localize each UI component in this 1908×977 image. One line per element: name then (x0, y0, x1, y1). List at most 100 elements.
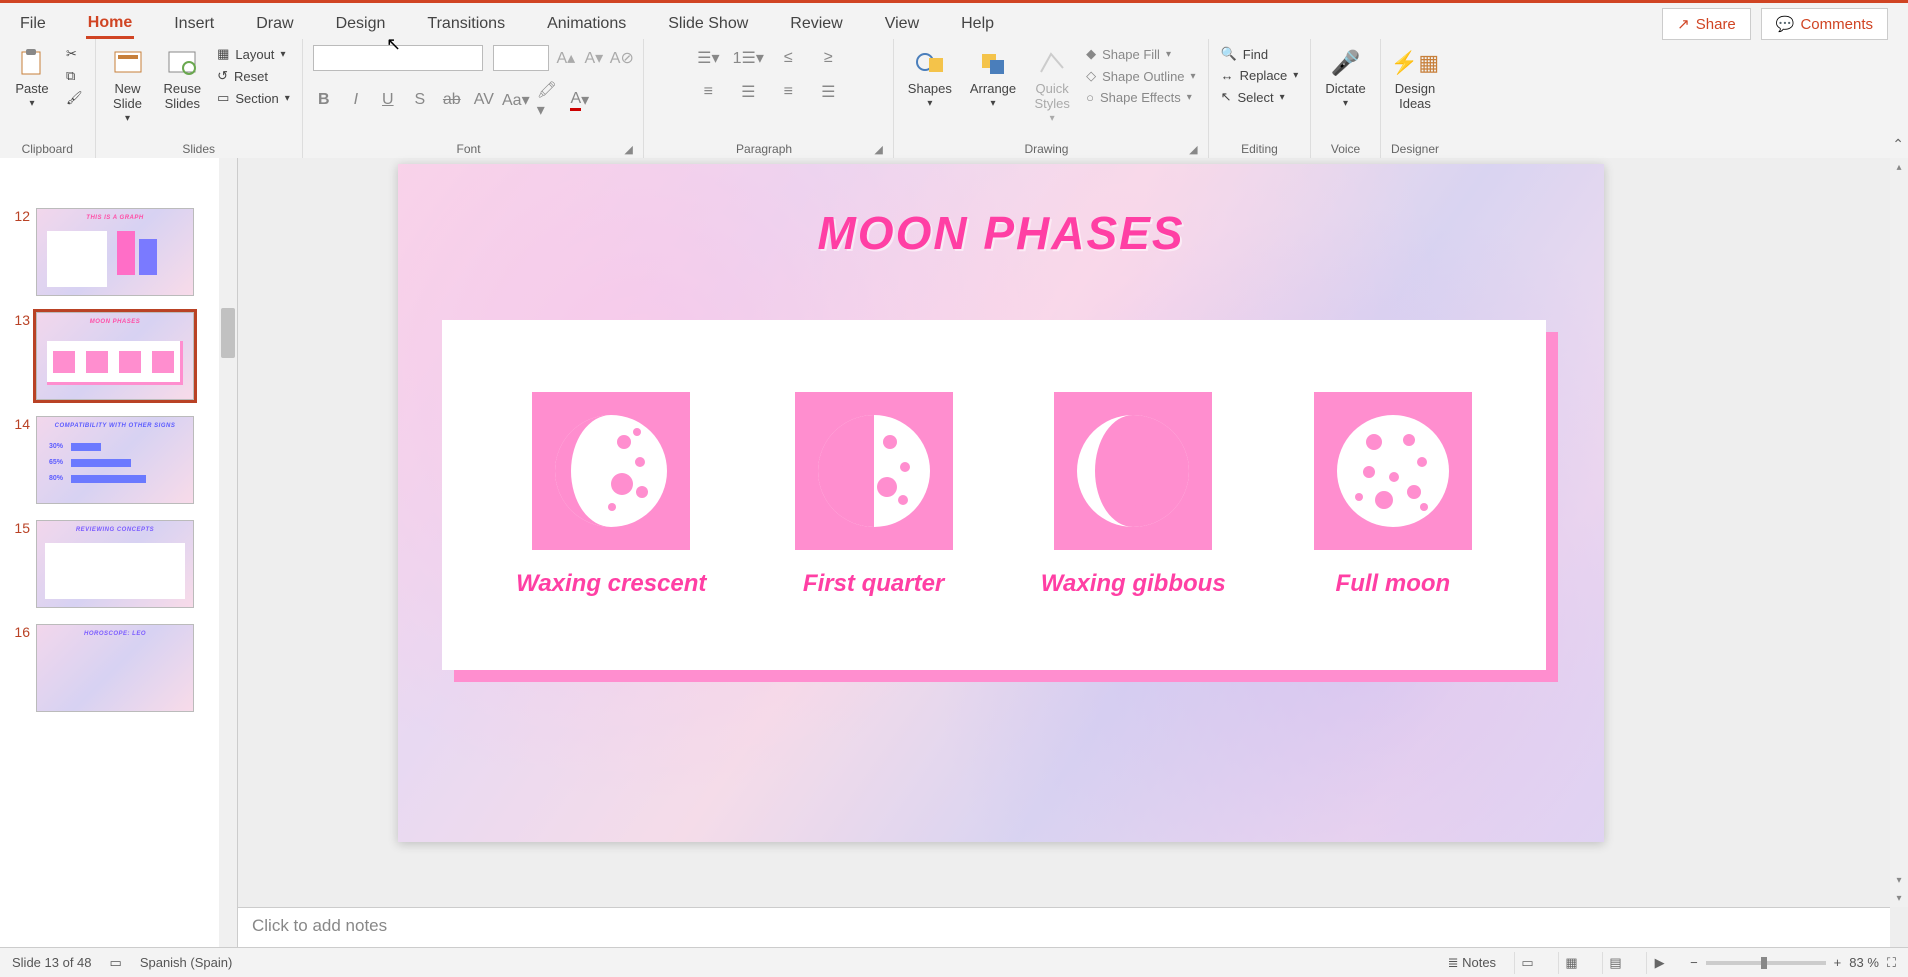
phase-waxing-gibbous: Waxing gibbous (1041, 392, 1226, 598)
thumbnail-13[interactable]: 13 MOON PHASES (0, 302, 237, 406)
tab-transitions[interactable]: Transitions (425, 11, 507, 37)
thumbnail-14[interactable]: 14 COMPATIBILITY WITH OTHER SIGNS 30% 65… (0, 406, 237, 510)
reuse-slides-button[interactable]: Reuse Slides (160, 45, 206, 113)
tab-review[interactable]: Review (788, 11, 844, 37)
share-button[interactable]: ↗Share (1662, 8, 1751, 40)
arrange-icon (975, 47, 1011, 79)
find-button[interactable]: 🔍Find (1219, 45, 1301, 63)
layout-button[interactable]: ▦Layout ▾ (215, 45, 292, 63)
numbering-button[interactable]: 1☰▾ (735, 45, 761, 71)
new-slide-button[interactable]: New Slide▾ (106, 45, 150, 126)
shadow-button[interactable]: S (409, 89, 431, 111)
quick-styles-button[interactable]: Quick Styles▾ (1030, 45, 1074, 126)
highlight-button[interactable]: 🖍▾ (537, 89, 559, 111)
design-ideas-button[interactable]: ⚡▦Design Ideas (1391, 45, 1439, 113)
bullets-button[interactable]: ☰▾ (695, 45, 721, 71)
change-case-button[interactable]: Aa▾ (505, 89, 527, 111)
brush-icon: 🖌 (66, 90, 83, 106)
group-label-editing: Editing (1241, 140, 1278, 156)
dictate-button[interactable]: 🎤Dictate▾ (1321, 45, 1369, 111)
paste-button[interactable]: Paste▾ (10, 45, 54, 111)
group-label-designer: Designer (1391, 140, 1439, 156)
tab-animations[interactable]: Animations (545, 11, 628, 37)
slide-thumbnails-panel: 12 THIS IS A GRAPH 13 MOON PHASES 14 COM… (0, 158, 238, 947)
reset-button[interactable]: ↺Reset (215, 67, 292, 85)
align-left-button[interactable]: ≡ (695, 79, 721, 105)
copy-icon: ⧉ (66, 68, 75, 84)
bold-button[interactable]: B (313, 89, 335, 111)
cut-button[interactable]: ✂ (64, 45, 85, 63)
slideshow-view-button[interactable]: ▶ (1646, 952, 1672, 974)
shape-fill-button[interactable]: ◆Shape Fill ▾ (1084, 45, 1197, 63)
decrease-indent-button[interactable]: ≤ (775, 45, 801, 71)
layout-icon: ▦ (217, 46, 229, 62)
tab-help[interactable]: Help (959, 11, 996, 37)
current-slide[interactable]: MOON PHASES Waxing crescent First quarte… (398, 164, 1604, 842)
fill-icon: ◆ (1086, 46, 1096, 62)
zoom-in-button[interactable]: + (1834, 955, 1842, 970)
content-panel[interactable]: Waxing crescent First quarter Waxing gib… (442, 320, 1546, 670)
increase-font-button[interactable]: A▴ (555, 47, 577, 69)
replace-button[interactable]: ↔Replace ▾ (1219, 67, 1301, 84)
reading-view-button[interactable]: ▤ (1602, 952, 1628, 974)
zoom-slider[interactable] (1706, 961, 1826, 965)
align-center-button[interactable]: ☰ (735, 79, 761, 105)
editor-vscrollbar[interactable]: ▴ ▾ ▾ (1890, 158, 1908, 907)
align-right-button[interactable]: ≡ (775, 79, 801, 105)
tab-slideshow[interactable]: Slide Show (666, 11, 750, 37)
slide-title[interactable]: MOON PHASES (398, 206, 1604, 260)
format-painter-button[interactable]: 🖌 (64, 89, 85, 107)
phase-full-moon: Full moon (1314, 392, 1472, 598)
shape-outline-button[interactable]: ◇Shape Outline ▾ (1084, 67, 1197, 85)
scroll-up-button[interactable]: ▴ (1890, 158, 1908, 176)
shape-effects-button[interactable]: ○Shape Effects ▾ (1084, 89, 1197, 106)
strikethrough-button[interactable]: ab (441, 89, 463, 111)
fit-to-window-button[interactable]: ⛶ (1887, 955, 1896, 971)
tab-draw[interactable]: Draw (254, 11, 295, 37)
shapes-button[interactable]: Shapes▾ (904, 45, 956, 111)
sorter-view-button[interactable]: ▦ (1558, 952, 1584, 974)
italic-button[interactable]: I (345, 89, 367, 111)
font-dialog-launcher[interactable]: ◢ (624, 143, 632, 156)
clear-formatting-button[interactable]: A⊘ (611, 47, 633, 69)
moon-icon-first-quarter (795, 392, 953, 550)
char-spacing-button[interactable]: AV (473, 89, 495, 111)
group-label-voice: Voice (1331, 140, 1360, 156)
scroll-down-button[interactable]: ▾ (1890, 871, 1908, 889)
underline-button[interactable]: U (377, 89, 399, 111)
font-color-button[interactable]: A▾ (569, 89, 591, 111)
arrange-button[interactable]: Arrange▾ (966, 45, 1020, 111)
font-size-combo[interactable] (493, 45, 549, 71)
replace-icon: ↔ (1221, 68, 1234, 83)
comment-icon: 💬 (1776, 15, 1795, 33)
thumbnail-16[interactable]: 16 HOROSCOPE: LEO (0, 614, 237, 718)
zoom-level[interactable]: 83 % (1849, 955, 1879, 970)
tab-view[interactable]: View (883, 11, 921, 37)
decrease-font-button[interactable]: A▾ (583, 47, 605, 69)
select-button[interactable]: ↖Select ▾ (1219, 88, 1301, 106)
increase-indent-button[interactable]: ≥ (815, 45, 841, 71)
copy-button[interactable]: ⧉ (64, 67, 85, 85)
font-family-combo[interactable] (313, 45, 483, 71)
normal-view-button[interactable]: ▭ (1514, 952, 1540, 974)
collapse-ribbon-button[interactable]: ⌃ (1892, 136, 1904, 153)
thumbnail-15[interactable]: 15 REVIEWING CONCEPTS (0, 510, 237, 614)
justify-button[interactable]: ☰ (815, 79, 841, 105)
comments-button[interactable]: 💬Comments (1761, 8, 1888, 40)
tab-home[interactable]: Home (86, 10, 134, 39)
tab-insert[interactable]: Insert (172, 11, 216, 37)
group-label-clipboard: Clipboard (22, 140, 73, 156)
thumbnail-12[interactable]: 12 THIS IS A GRAPH (0, 198, 237, 302)
language-status[interactable]: Spanish (Spain) (140, 955, 233, 970)
tab-design[interactable]: Design (334, 11, 388, 37)
section-icon: ▭ (217, 90, 229, 106)
notes-pane[interactable]: Click to add notes (238, 907, 1890, 947)
notes-toggle[interactable]: ≣ Notes (1448, 955, 1496, 971)
zoom-out-button[interactable]: − (1690, 955, 1698, 970)
accessibility-icon[interactable]: ▭ (110, 955, 122, 971)
thumbnails-scrollbar[interactable] (219, 158, 237, 947)
tab-file[interactable]: File (18, 11, 48, 37)
section-button[interactable]: ▭Section ▾ (215, 89, 292, 107)
drawing-dialog-launcher[interactable]: ◢ (1189, 143, 1197, 156)
paragraph-dialog-launcher[interactable]: ◢ (874, 143, 882, 156)
